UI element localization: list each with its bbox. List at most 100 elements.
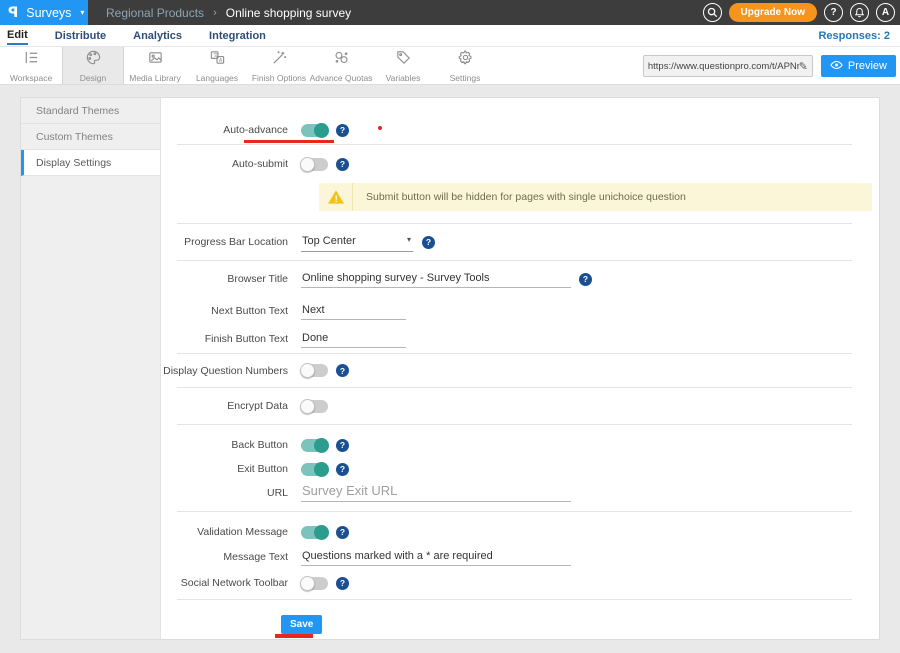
- tab-edit[interactable]: Edit: [7, 26, 28, 45]
- auto-advance-row: Auto-advance ?: [161, 116, 879, 144]
- survey-url-box: ✎: [643, 55, 813, 77]
- help-icon[interactable]: ?: [336, 526, 349, 539]
- social-network-toolbar-toggle[interactable]: [301, 577, 328, 590]
- exit-button-toggle[interactable]: [301, 463, 328, 476]
- chevron-down-icon: ▾: [407, 235, 411, 244]
- breadcrumb: Regional Products › Online shopping surv…: [88, 0, 351, 25]
- toggle-knob: [314, 525, 329, 540]
- search-icon[interactable]: [703, 3, 722, 22]
- exit-button-row: Exit Button ?: [161, 457, 879, 481]
- message-text-row: Message Text: [161, 544, 879, 570]
- display-settings-panel: Auto-advance ? Auto-submit ? ! Submit bu…: [161, 98, 879, 639]
- avatar[interactable]: A: [876, 3, 895, 22]
- validation-message-row: Validation Message ?: [161, 520, 879, 544]
- help-circle-icon[interactable]: ?: [824, 3, 843, 22]
- tab-distribute[interactable]: Distribute: [55, 27, 106, 44]
- browser-title-input[interactable]: [301, 270, 571, 288]
- progress-bar-location-select[interactable]: Top Center ▾: [301, 233, 413, 252]
- auto-advance-label: Auto-advance: [161, 124, 301, 136]
- themes-sidebar: Standard Themes Custom Themes Display Se…: [21, 98, 161, 639]
- surveys-menu[interactable]: P Surveys ▾: [0, 0, 88, 25]
- next-button-text-label: Next Button Text: [161, 305, 301, 317]
- survey-url-input[interactable]: [648, 61, 799, 72]
- exit-url-input[interactable]: [301, 484, 571, 502]
- browser-title-label: Browser Title: [161, 273, 301, 285]
- breadcrumb-separator-icon: ›: [213, 7, 217, 19]
- tag-icon: [395, 49, 412, 71]
- image-icon: [147, 49, 164, 71]
- topbar-actions: Upgrade Now ? A: [703, 0, 895, 25]
- help-icon[interactable]: ?: [336, 124, 349, 137]
- toolbar-right: ✎ Preview: [643, 55, 896, 77]
- toggle-knob: [300, 363, 315, 378]
- tool-workspace[interactable]: Workspace: [0, 47, 62, 84]
- svg-text:A: A: [218, 57, 222, 63]
- top-bar: P Surveys ▾ Regional Products › Online s…: [0, 0, 900, 25]
- responses-count[interactable]: Responses: 2: [818, 30, 890, 42]
- validation-message-label: Validation Message: [161, 526, 301, 538]
- preview-button[interactable]: Preview: [821, 55, 896, 77]
- social-network-toolbar-row: Social Network Toolbar ?: [161, 570, 879, 596]
- encrypt-data-label: Encrypt Data: [161, 400, 301, 412]
- next-button-text-input[interactable]: [301, 302, 406, 320]
- workspace-icon: [23, 49, 40, 71]
- notifications-bell-icon[interactable]: [850, 3, 869, 22]
- tool-design[interactable]: Design: [62, 47, 124, 84]
- content-area: Standard Themes Custom Themes Display Se…: [0, 85, 900, 653]
- tab-analytics[interactable]: Analytics: [133, 27, 182, 44]
- gear-icon: [457, 49, 474, 71]
- social-network-toolbar-label: Social Network Toolbar: [161, 577, 301, 589]
- message-text-label: Message Text: [161, 551, 301, 563]
- product-name: Surveys: [26, 6, 71, 20]
- tool-languages[interactable]: 文A Languages: [186, 47, 248, 84]
- breadcrumb-parent[interactable]: Regional Products: [106, 6, 204, 20]
- display-question-numbers-toggle[interactable]: [301, 364, 328, 377]
- sidebar-item-display-settings[interactable]: Display Settings: [21, 150, 160, 176]
- save-row: Save: [161, 600, 879, 648]
- sidebar-item-standard-themes[interactable]: Standard Themes: [21, 98, 160, 124]
- tool-advance-quotas[interactable]: Advance Quotas: [310, 47, 372, 84]
- progress-bar-location-label: Progress Bar Location: [161, 236, 301, 248]
- section-nav: Edit Distribute Analytics Integration Re…: [0, 25, 900, 47]
- exit-url-row: URL: [161, 481, 879, 505]
- tool-media-library[interactable]: Media Library: [124, 47, 186, 84]
- encrypt-data-row: Encrypt Data: [161, 388, 879, 424]
- palette-icon: [85, 49, 102, 71]
- eye-icon: [830, 60, 843, 73]
- finish-button-text-input[interactable]: [301, 330, 406, 348]
- auto-advance-toggle[interactable]: [301, 124, 328, 137]
- tool-finish-options[interactable]: Finish Options: [248, 47, 310, 84]
- finish-button-text-row: Finish Button Text: [161, 325, 879, 353]
- translate-icon: 文A: [209, 49, 226, 71]
- auto-submit-toggle[interactable]: [301, 158, 328, 171]
- display-question-numbers-row: Display Question Numbers ?: [161, 354, 879, 387]
- help-icon[interactable]: ?: [336, 463, 349, 476]
- upgrade-now-button[interactable]: Upgrade Now: [729, 3, 817, 22]
- display-settings-card: Standard Themes Custom Themes Display Se…: [20, 97, 880, 640]
- tab-integration[interactable]: Integration: [209, 27, 266, 44]
- warning-triangle-icon: !: [319, 183, 353, 211]
- edit-pencil-icon[interactable]: ✎: [799, 60, 808, 73]
- auto-submit-label: Auto-submit: [161, 158, 301, 170]
- validation-message-toggle[interactable]: [301, 526, 328, 539]
- help-icon[interactable]: ?: [336, 439, 349, 452]
- help-icon[interactable]: ?: [336, 364, 349, 377]
- encrypt-data-toggle[interactable]: [301, 400, 328, 413]
- exit-url-label: URL: [161, 487, 301, 499]
- tool-variables[interactable]: Variables: [372, 47, 434, 84]
- help-icon[interactable]: ?: [422, 236, 435, 249]
- finish-button-text-label: Finish Button Text: [161, 333, 301, 345]
- message-text-input[interactable]: [301, 548, 571, 566]
- magic-wand-icon: [271, 49, 288, 71]
- save-button[interactable]: Save: [281, 615, 322, 634]
- help-icon[interactable]: ?: [336, 158, 349, 171]
- help-icon[interactable]: ?: [579, 273, 592, 286]
- tool-settings[interactable]: Settings: [434, 47, 496, 84]
- display-question-numbers-label: Display Question Numbers: [161, 365, 301, 377]
- toggle-knob: [314, 123, 329, 138]
- sidebar-item-custom-themes[interactable]: Custom Themes: [21, 124, 160, 150]
- toggle-knob: [300, 157, 315, 172]
- breadcrumb-current: Online shopping survey: [226, 6, 351, 20]
- back-button-toggle[interactable]: [301, 439, 328, 452]
- help-icon[interactable]: ?: [336, 577, 349, 590]
